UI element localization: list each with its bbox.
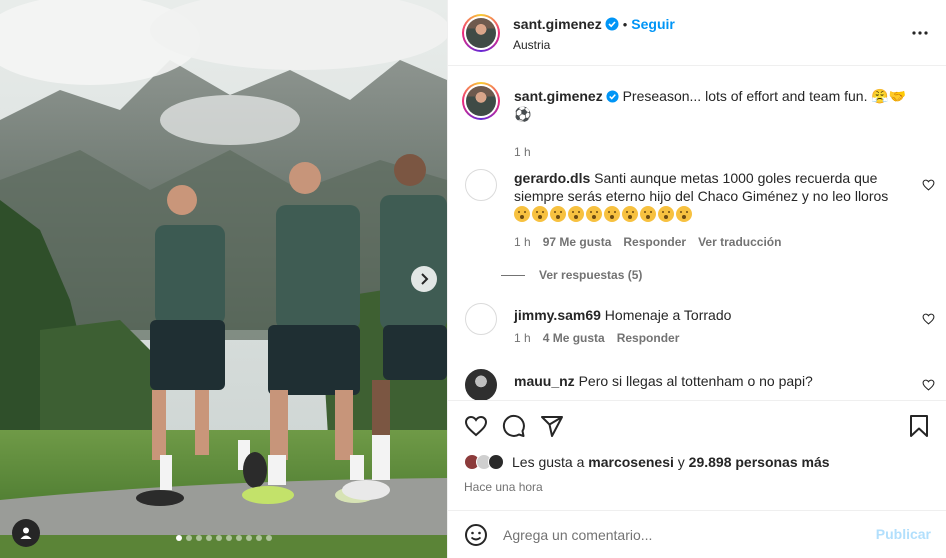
reply-button[interactable]: Responder	[617, 331, 680, 345]
verified-badge-icon	[606, 90, 619, 103]
carousel-dot	[185, 535, 192, 541]
carousel-dot	[265, 535, 272, 541]
carousel-dot	[205, 535, 212, 541]
carousel-dot	[255, 535, 262, 541]
caption-body: Preseason... lots of effort and team fun…	[622, 88, 907, 104]
reply-button[interactable]: Responder	[623, 235, 686, 249]
comment-avatar[interactable]	[465, 169, 497, 201]
surprised-face-icon	[532, 206, 548, 222]
surprised-face-icon	[658, 206, 674, 222]
replies-divider	[501, 274, 525, 276]
view-replies-button[interactable]: Ver respuestas (5)	[501, 268, 642, 282]
comment-text: gerardo.dls Santi aunque metas 1000 gole…	[514, 169, 914, 222]
caption-text: sant.gimenez Preseason... lots of effort…	[514, 87, 914, 123]
comment-body: Homenaje a Torrado	[604, 307, 732, 323]
comment-input[interactable]	[503, 523, 863, 547]
caption-row: sant.gimenez Preseason... lots of effort…	[448, 82, 946, 159]
comments-list[interactable]: sant.gimenez Preseason... lots of effort…	[448, 66, 946, 400]
verified-badge-icon	[605, 17, 619, 31]
carousel-indicator	[0, 535, 447, 541]
publish-button[interactable]: Publicar	[876, 526, 931, 542]
view-replies-label: Ver respuestas (5)	[539, 268, 643, 282]
comment-time[interactable]: 1 h	[514, 331, 531, 345]
carousel-dot	[195, 535, 202, 541]
more-horizontal-icon[interactable]	[911, 24, 929, 42]
comment-emojis	[514, 206, 914, 222]
post-actions: Les gusta a marcosenesi y 29.898 persona…	[448, 400, 946, 510]
comment-icon[interactable]	[502, 414, 526, 438]
liker-username[interactable]: marcosenesi	[588, 454, 674, 470]
translate-button[interactable]: Ver traducción	[698, 235, 781, 249]
liker-avatar[interactable]	[488, 454, 504, 470]
likes-count[interactable]: 29.898 personas más	[689, 454, 830, 470]
comment-meta: 1 h 97 Me gusta Responder Ver traducción	[514, 235, 781, 249]
likes-text: Les gusta a marcosenesi y 29.898 persona…	[512, 454, 830, 470]
comment-username[interactable]: jimmy.sam69	[514, 307, 601, 323]
surprised-face-icon	[514, 206, 530, 222]
like-heart-icon[interactable]	[464, 414, 488, 438]
caption-meta: 1 h	[514, 145, 531, 159]
author-avatar[interactable]	[462, 14, 500, 52]
comment-text: jimmy.sam69 Homenaje a Torrado	[514, 306, 914, 324]
surprised-face-icon	[640, 206, 656, 222]
instagram-post-modal: sant.gimenez • Seguir Austria sant.gimen…	[0, 0, 946, 558]
comment-time[interactable]: 1 h	[514, 235, 531, 249]
post-location[interactable]: Austria	[513, 38, 550, 52]
surprised-face-icon	[676, 206, 692, 222]
comment-username[interactable]: mauu_nz	[514, 373, 575, 389]
post-header: sant.gimenez • Seguir Austria	[448, 0, 946, 66]
comment-username[interactable]: gerardo.dls	[514, 170, 590, 186]
comment-likes[interactable]: 4 Me gusta	[543, 331, 605, 345]
comment-text: mauu_nz Pero si llegas al tottenham o no…	[514, 372, 914, 390]
separator-dot: •	[622, 16, 628, 32]
chevron-right-icon	[421, 273, 429, 285]
save-bookmark-icon[interactable]	[908, 414, 930, 438]
carousel-dot	[235, 535, 242, 541]
comment-row: mauu_nz Pero si llegas al tottenham o no…	[448, 369, 946, 400]
surprised-face-icon	[550, 206, 566, 222]
carousel-dot	[245, 535, 252, 541]
likes-summary: Les gusta a marcosenesi y 29.898 persona…	[464, 454, 830, 470]
carousel-dot	[215, 535, 222, 541]
carousel-dot	[175, 535, 182, 541]
likes-connector: y	[677, 454, 685, 470]
caption-body-line2: ⚽	[514, 106, 532, 122]
post-time[interactable]: Hace una hora	[464, 480, 543, 494]
post-image	[0, 0, 447, 558]
like-comment-icon[interactable]	[922, 379, 935, 391]
caption-time[interactable]: 1 h	[514, 145, 531, 159]
post-side-panel: sant.gimenez • Seguir Austria sant.gimen…	[447, 0, 946, 558]
surprised-face-icon	[568, 206, 584, 222]
add-comment-bar: Publicar	[448, 510, 946, 558]
carousel-next-button[interactable]	[411, 266, 437, 292]
comment-row: jimmy.sam69 Homenaje a Torrado 1 h 4 Me …	[448, 303, 946, 353]
like-comment-icon[interactable]	[922, 179, 935, 191]
share-send-icon[interactable]	[540, 414, 564, 438]
likes-prefix: Les gusta a	[512, 454, 585, 470]
follow-button[interactable]: Seguir	[631, 16, 675, 32]
carousel-dot	[225, 535, 232, 541]
caption-username[interactable]: sant.gimenez	[514, 88, 603, 104]
comment-meta: 1 h 4 Me gusta Responder	[514, 331, 679, 345]
surprised-face-icon	[604, 206, 620, 222]
comment-avatar[interactable]	[465, 303, 497, 335]
author-username[interactable]: sant.gimenez	[513, 16, 602, 32]
surprised-face-icon	[622, 206, 638, 222]
emoji-smile-icon[interactable]	[464, 523, 488, 547]
tagged-users-button[interactable]	[12, 519, 40, 547]
comment-body: Pero si llegas al tottenham o no papi?	[578, 373, 813, 389]
comment-likes[interactable]: 97 Me gusta	[543, 235, 612, 249]
like-comment-icon[interactable]	[922, 313, 935, 325]
caption-avatar[interactable]	[462, 82, 500, 120]
surprised-face-icon	[586, 206, 602, 222]
comment-row: gerardo.dls Santi aunque metas 1000 gole…	[448, 169, 946, 289]
comment-avatar[interactable]	[465, 369, 497, 400]
post-photo[interactable]	[0, 0, 447, 558]
